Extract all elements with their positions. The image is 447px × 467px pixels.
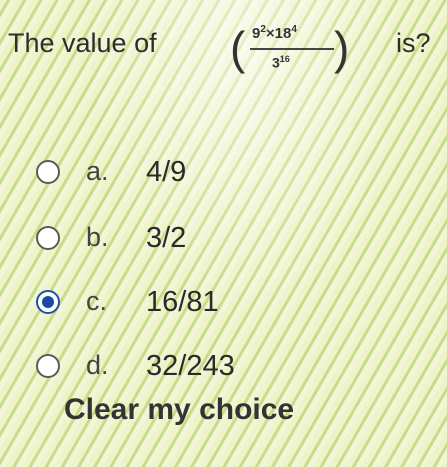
option-letter-b: b.	[86, 222, 109, 252]
option-value-c: 16/81	[146, 286, 219, 318]
question-text: The value of ( 92×184 316 ) is?	[8, 18, 438, 88]
option-value-d: 32/243	[146, 350, 235, 382]
radio-button-d[interactable]	[36, 354, 60, 378]
fraction-expression: ( 92×184 316 )	[230, 18, 350, 82]
option-letter-d: d.	[86, 350, 109, 380]
option-value-b: 3/2	[146, 222, 187, 254]
radio-button-c-selected[interactable]	[36, 290, 60, 314]
radio-button-a[interactable]	[36, 160, 60, 184]
option-b[interactable]: b. 3/2	[36, 218, 356, 258]
right-parenthesis: )	[334, 22, 350, 74]
radio-button-b[interactable]	[36, 226, 60, 250]
clear-choice-link[interactable]: Clear my choice	[64, 393, 294, 427]
option-d[interactable]: d. 32/243	[36, 346, 356, 386]
left-parenthesis: (	[230, 22, 246, 74]
option-letter-a: a.	[86, 156, 109, 186]
option-letter-c: c.	[86, 286, 108, 316]
question-prefix: The value of	[8, 28, 157, 58]
fraction-numerator: 92×184	[252, 24, 297, 42]
question-suffix: is?	[396, 28, 431, 58]
fraction-denominator: 316	[272, 54, 290, 71]
option-a[interactable]: a. 4/9	[36, 152, 356, 192]
fraction-bar	[250, 48, 334, 50]
option-value-a: 4/9	[146, 156, 187, 188]
option-c[interactable]: c. 16/81	[36, 282, 356, 322]
